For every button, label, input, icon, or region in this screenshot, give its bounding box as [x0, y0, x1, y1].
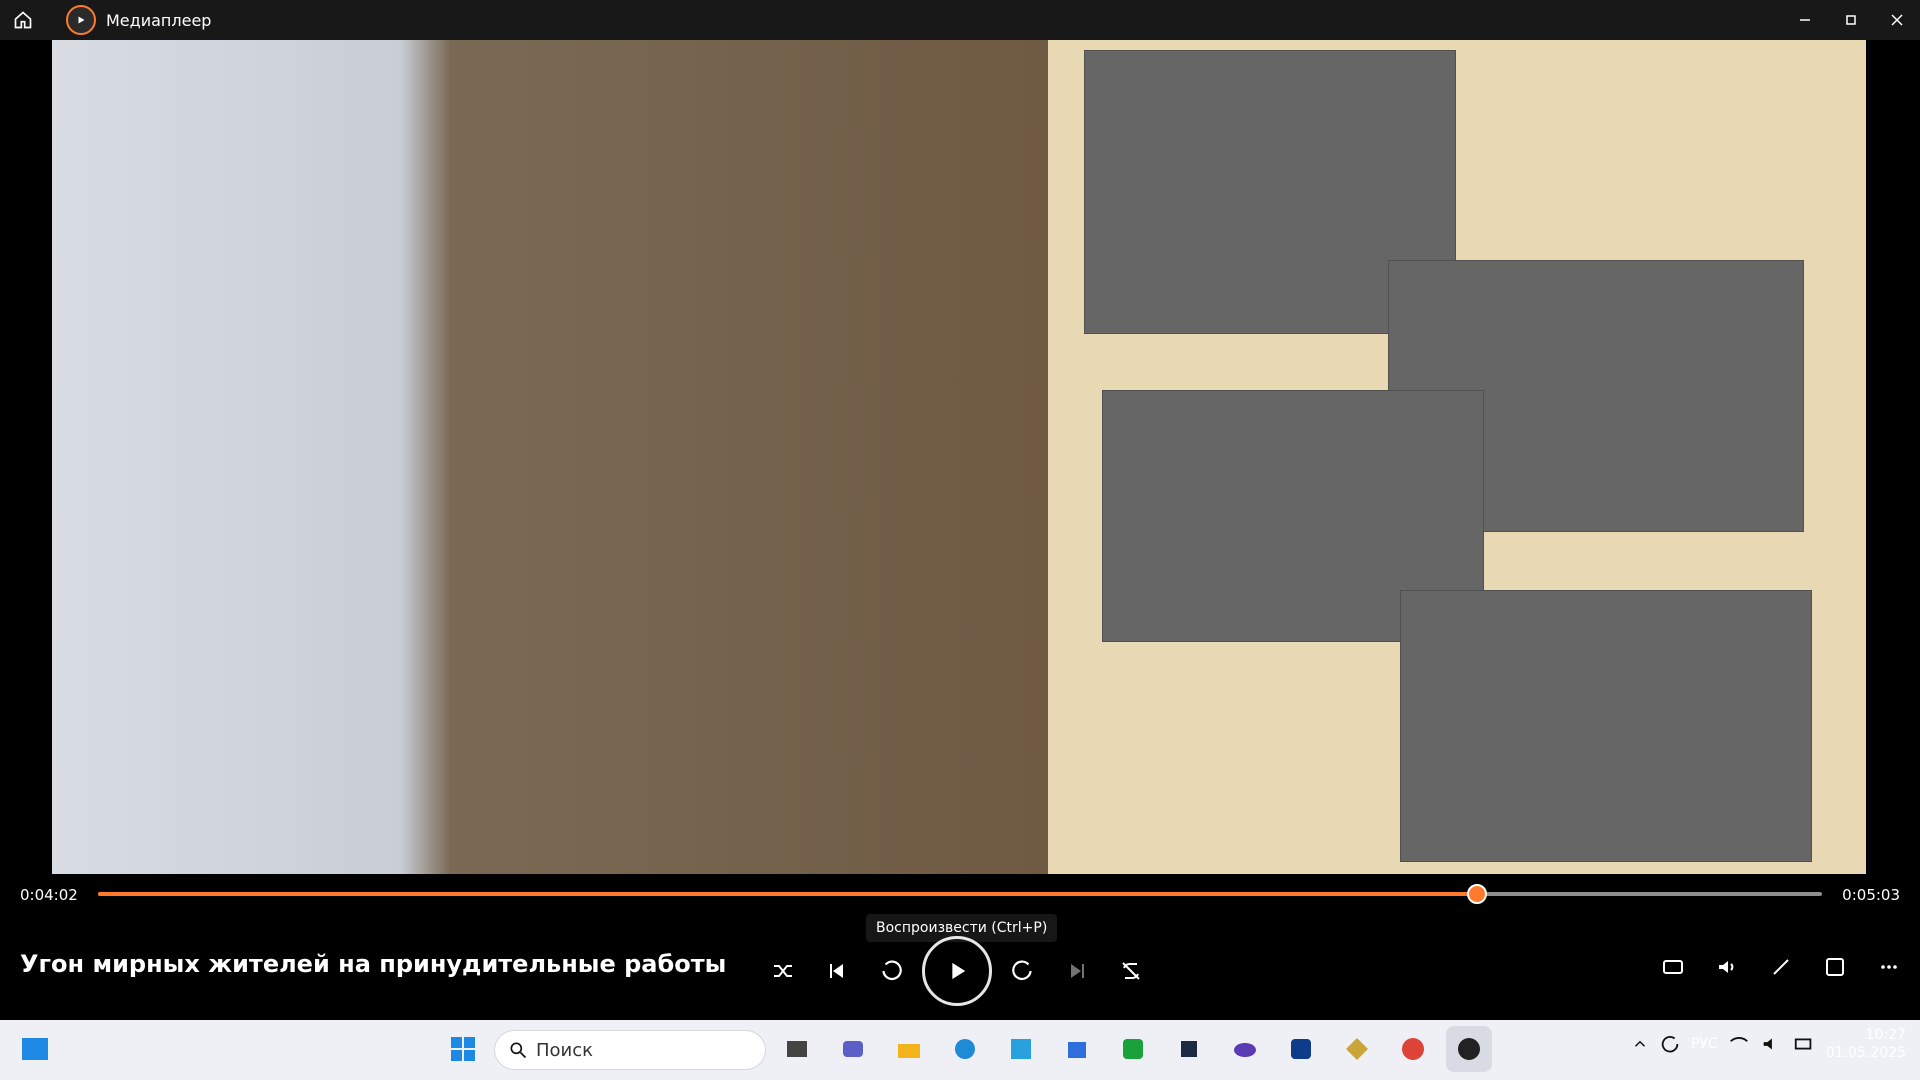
volume-icon [1719, 961, 1734, 973]
xbox-icon [1123, 1039, 1143, 1059]
previous-icon [830, 964, 843, 978]
gamepad-icon [1234, 1043, 1256, 1057]
video-right-scene [1048, 40, 1866, 874]
video-left-scene [52, 40, 1048, 874]
home-icon [14, 11, 32, 29]
wifi-icon[interactable] [1728, 1033, 1750, 1055]
skip-forward-30-button[interactable] [1000, 948, 1046, 994]
search-placeholder: Поиск [536, 1039, 594, 1061]
windows-start-icon [451, 1037, 475, 1061]
repeat-off-icon [1122, 962, 1140, 980]
chrome-button[interactable] [1390, 1026, 1436, 1072]
captions-button[interactable] [1650, 944, 1696, 990]
pinned-apps [774, 1026, 1492, 1072]
close-icon [1891, 14, 1903, 26]
current-time: 0:04:02 [20, 886, 78, 904]
clock[interactable]: 10:27 01.05.2025 [1826, 1026, 1906, 1062]
skip-forward-30-icon [1012, 960, 1032, 980]
other-app-button[interactable] [1334, 1026, 1380, 1072]
chrome-icon [1402, 1038, 1424, 1060]
start-button[interactable] [440, 1026, 486, 1072]
close-button[interactable] [1874, 0, 1920, 40]
play-button[interactable] [922, 936, 992, 1006]
media-player-taskbar-button[interactable] [1446, 1026, 1492, 1072]
system-tray: РУС 10:27 01.05.2025 [1631, 1026, 1906, 1062]
teams-button[interactable] [830, 1026, 876, 1072]
skip-back-10-button[interactable] [868, 948, 914, 994]
play-icon [952, 962, 966, 980]
store-icon [1068, 1042, 1086, 1058]
photo-4 [1400, 590, 1812, 862]
fullscreen-button[interactable] [1758, 944, 1804, 990]
file-explorer-button[interactable] [886, 1026, 932, 1072]
clock-time: 10:27 [1865, 1027, 1906, 1043]
taskbar-icons [440, 1026, 486, 1072]
next-icon [1071, 964, 1084, 978]
photos-button[interactable] [998, 1026, 1044, 1072]
language-indicator[interactable]: РУС [1691, 1036, 1718, 1052]
seek-bar-fill [98, 892, 1478, 896]
taskbar-search[interactable]: Поиск [494, 1030, 766, 1070]
edge-button[interactable] [942, 1026, 988, 1072]
widgets-button[interactable] [20, 1034, 50, 1064]
playback-controls [760, 936, 1154, 1006]
shuffle-button[interactable] [760, 948, 806, 994]
chevron-up-icon[interactable] [1631, 1035, 1649, 1053]
more-button[interactable] [1866, 944, 1912, 990]
miniplayer-icon [1826, 958, 1844, 976]
shuffle-icon [774, 965, 792, 977]
shield-button[interactable] [1278, 1026, 1324, 1072]
seek-bar[interactable] [98, 884, 1822, 904]
teams-icon [843, 1041, 863, 1057]
next-button[interactable] [1054, 948, 1100, 994]
game-button[interactable] [1166, 1026, 1212, 1072]
maximize-icon [1846, 15, 1856, 25]
store-button[interactable] [1054, 1026, 1100, 1072]
sync-icon[interactable] [1659, 1033, 1681, 1055]
title-bar: Медиаплеер [0, 0, 1920, 40]
previous-button[interactable] [814, 948, 860, 994]
fullscreen-icon [1773, 959, 1789, 975]
media-player-icon [1458, 1038, 1480, 1060]
edge-icon [955, 1039, 975, 1059]
media-player-icon [66, 5, 96, 35]
xbox-button[interactable] [1110, 1026, 1156, 1072]
game-icon [1181, 1041, 1197, 1057]
maximize-button[interactable] [1828, 0, 1874, 40]
task-view-button[interactable] [774, 1026, 820, 1072]
miniplayer-button[interactable] [1812, 944, 1858, 990]
home-button[interactable] [0, 0, 46, 40]
app-title: Медиаплеер [106, 10, 212, 30]
minimize-icon [1800, 19, 1810, 21]
volume-icon[interactable] [1760, 1033, 1782, 1055]
repeat-button[interactable] [1108, 948, 1154, 994]
video-frame[interactable] [52, 40, 1866, 874]
file-explorer-icon [898, 1044, 920, 1058]
battery-icon[interactable] [1792, 1033, 1816, 1055]
volume-button[interactable] [1704, 944, 1750, 990]
task-view-icon [787, 1041, 807, 1057]
more-icon [1881, 965, 1897, 969]
clock-date: 01.05.2025 [1825, 1045, 1906, 1061]
gamepad-button[interactable] [1222, 1026, 1268, 1072]
other-app-icon [1346, 1038, 1368, 1060]
video-title: Угон мирных жителей на принудительные ра… [20, 950, 727, 978]
right-controls [1650, 944, 1912, 990]
shield-icon [1291, 1039, 1311, 1059]
captions-icon [1663, 960, 1683, 974]
search-icon [510, 1042, 527, 1059]
photos-icon [1011, 1039, 1031, 1059]
total-time: 0:05:03 [1842, 886, 1900, 904]
minimize-button[interactable] [1782, 0, 1828, 40]
widgets-icon [22, 1038, 48, 1060]
skip-back-10-icon [882, 960, 902, 980]
